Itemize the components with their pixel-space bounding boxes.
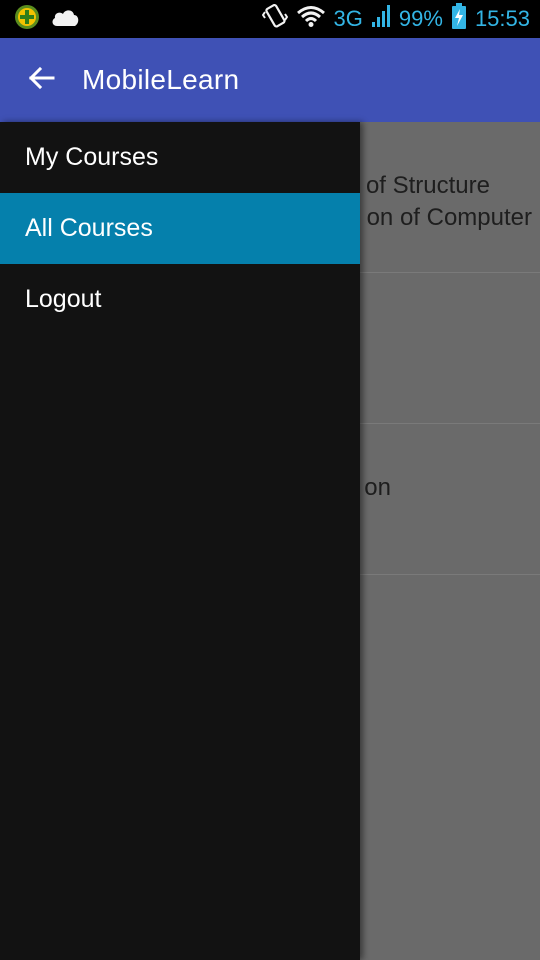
app-notification-icon — [14, 4, 40, 35]
back-button[interactable] — [0, 38, 82, 122]
drawer-item-my-courses[interactable]: My Courses — [0, 122, 360, 193]
battery-charging-icon — [451, 3, 467, 35]
navigation-drawer: My Courses All Courses Logout — [0, 122, 360, 960]
cloud-icon — [50, 6, 80, 33]
app-bar: MobileLearn — [0, 38, 540, 122]
drawer-item-label: All Courses — [25, 214, 153, 242]
clock: 15:53 — [474, 6, 530, 31]
arrow-back-icon — [27, 66, 55, 95]
course-title-line: of Structure — [365, 172, 490, 199]
battery-percent: 99% — [398, 6, 443, 31]
drawer-item-label: My Courses — [25, 143, 159, 171]
drawer-item-label: Logout — [25, 285, 102, 313]
signal-icon — [371, 4, 391, 34]
course-title-line: on — [364, 474, 391, 501]
status-bar: 3G 99% 15:53 — [0, 0, 540, 38]
wifi-icon — [296, 5, 326, 33]
drawer-item-all-courses[interactable]: All Courses — [0, 193, 360, 264]
drawer-item-logout[interactable]: Logout — [0, 264, 360, 335]
vibrate-icon — [261, 3, 288, 34]
app-title: MobileLearn — [82, 64, 240, 95]
course-title-line: on of Computer — [366, 204, 532, 231]
screen: 3G 99% 15:53 MobileLearn of Structure on… — [0, 0, 540, 960]
network-type: 3G — [333, 6, 363, 31]
